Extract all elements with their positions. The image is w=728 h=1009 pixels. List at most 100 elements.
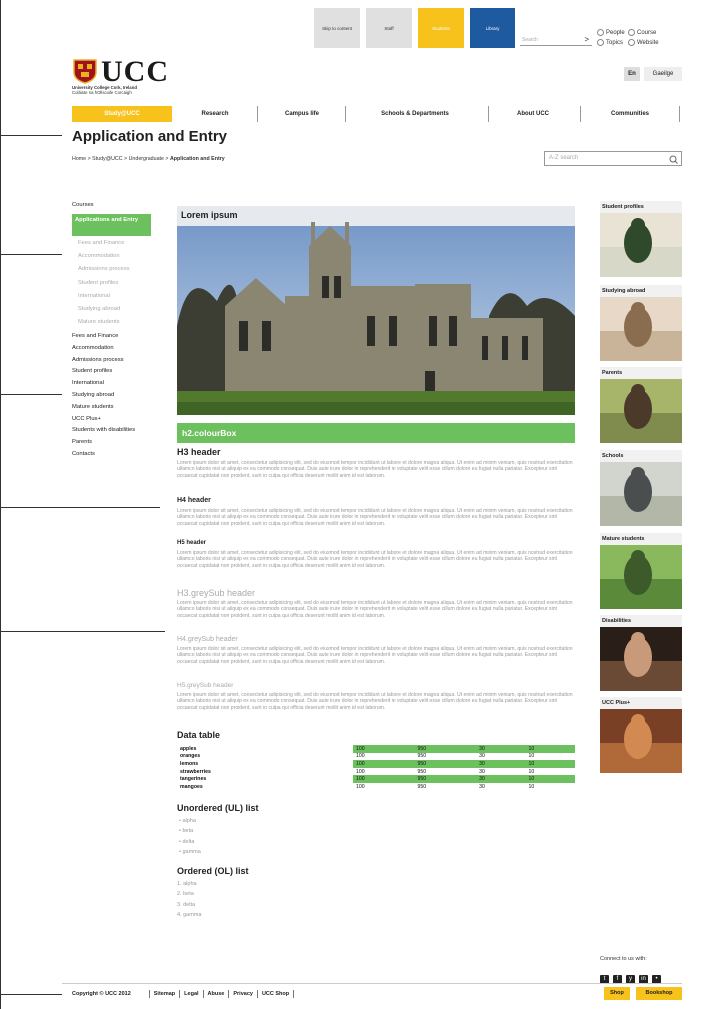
left-nav-item[interactable]: International: [72, 380, 104, 386]
left-nav-item[interactable]: Accommodation: [72, 345, 114, 351]
skip-to-content-button[interactable]: Skip to content: [314, 8, 360, 48]
search-go-icon[interactable]: >: [584, 35, 589, 44]
list-item: • gamma: [177, 849, 575, 860]
radio-website[interactable]: Website: [628, 39, 659, 46]
search-icon[interactable]: [669, 155, 678, 164]
content-body: H3 header Lorem ipsum dolor sit amet, co…: [177, 447, 575, 923]
thumb-caption[interactable]: Parents: [600, 367, 682, 379]
footer-link[interactable]: UCC Shop: [262, 991, 289, 997]
left-nav-item[interactable]: Studying abroad: [72, 392, 114, 398]
left-nav-item[interactable]: Contacts: [72, 451, 95, 457]
footer-links: Sitemap Legal Abuse Privacy UCC Shop: [154, 990, 298, 998]
list-item-text: delta: [182, 838, 195, 845]
paragraph: Lorem ipsum dolor sit amet, consectetur …: [177, 646, 573, 665]
left-nav-item[interactable]: UCC Plus+: [72, 416, 101, 422]
search-input[interactable]: Search >: [520, 34, 592, 46]
left-nav-item[interactable]: Mature students: [72, 404, 114, 410]
staff-button[interactable]: Staff: [366, 8, 412, 48]
thumb-image[interactable]: [600, 627, 682, 691]
nav-research[interactable]: Research: [180, 106, 250, 122]
left-nav-sub-item[interactable]: Admissions process: [78, 266, 130, 272]
list-item: • delta: [177, 839, 575, 850]
footer-link[interactable]: Privacy: [233, 991, 253, 997]
h3-grey-header: H3.greySub header: [177, 588, 256, 598]
footer-link[interactable]: Legal: [184, 991, 198, 997]
table-cell: 10: [528, 783, 535, 790]
library-button[interactable]: Library: [470, 8, 515, 48]
thumb-image[interactable]: [600, 379, 682, 443]
list-item-text: gamma: [183, 912, 202, 919]
left-nav-item[interactable]: Fees and Finance: [72, 333, 118, 339]
thumb-caption[interactable]: Schools: [600, 450, 682, 462]
list-item: 4. gamma: [177, 912, 575, 923]
breadcrumb-trail[interactable]: Home > Study@UCC > Undergraduate >: [72, 156, 170, 162]
thumb-caption[interactable]: Student profiles: [600, 201, 682, 213]
left-nav-sub-item[interactable]: Accommodation: [78, 253, 120, 259]
thumb-caption[interactable]: Mature students: [600, 533, 682, 545]
annotation-line: [0, 135, 62, 136]
crest-icon: [73, 59, 97, 84]
table-cell: 950: [414, 745, 477, 753]
list-item: 1. alpha: [177, 881, 575, 892]
footer-divider: [293, 990, 295, 998]
left-nav-sub-item[interactable]: International: [78, 293, 110, 299]
annotation-line: [0, 254, 62, 255]
ucc-logo[interactable]: UCC University College Cork, Ireland Col…: [72, 55, 192, 100]
az-placeholder: A-Z search: [549, 155, 579, 161]
radio-people[interactable]: People: [597, 29, 625, 36]
nav-divider: [580, 106, 581, 122]
nav-about[interactable]: About UCC: [494, 106, 572, 122]
lang-en-button[interactable]: En: [624, 67, 640, 81]
left-nav-sub-item[interactable]: Mature students: [78, 319, 120, 325]
breadcrumb-current: Application and Entry: [169, 156, 225, 162]
radio-label: Course: [637, 29, 657, 36]
h4-grey-header: H4.greySub header: [177, 636, 238, 643]
thumb-caption[interactable]: UCC Plus+: [600, 697, 682, 709]
radio-topics[interactable]: Topics: [597, 39, 623, 46]
nav-schools[interactable]: Schools & Departments: [350, 106, 480, 122]
lang-ga-button[interactable]: Gaeilge: [644, 67, 682, 81]
az-search-input[interactable]: A-Z search: [544, 151, 682, 166]
left-nav-item[interactable]: Parents: [72, 439, 92, 445]
thumb-image[interactable]: [600, 545, 682, 609]
nav-divider: [345, 106, 346, 122]
list-item-text: gamma: [182, 849, 201, 856]
list-item-text: alpha: [182, 817, 196, 824]
breadcrumb: Home > Study@UCC > Undergraduate > Appli…: [72, 156, 225, 162]
thumb-image[interactable]: [600, 709, 682, 773]
left-nav-sub-item[interactable]: Studying abroad: [78, 306, 120, 312]
footer-divider: [179, 990, 181, 998]
nav-divider: [679, 106, 680, 122]
thumb-caption[interactable]: Studying abroad: [600, 285, 682, 297]
left-nav-item[interactable]: Admissions process: [72, 357, 124, 363]
left-nav-sub-item[interactable]: Fees and Finance: [78, 240, 124, 246]
nav-communities[interactable]: Communities: [588, 106, 672, 122]
left-nav-item[interactable]: Student profiles: [72, 368, 112, 374]
thumb-caption[interactable]: Disabilities: [600, 615, 682, 627]
students-button[interactable]: Students: [418, 8, 464, 48]
left-nav-courses[interactable]: Courses: [72, 202, 94, 208]
h5-grey-header: H5.greySub header: [177, 682, 234, 689]
copyright: Copyright © UCC 2012: [72, 991, 131, 997]
table-cell: 30: [479, 783, 485, 790]
thumb-image[interactable]: [600, 297, 682, 361]
row-label: apples: [180, 745, 197, 752]
radio-course[interactable]: Course: [628, 29, 656, 36]
nav-campus-life[interactable]: Campus life: [262, 106, 342, 122]
bookshop-button[interactable]: Bookshop: [636, 987, 682, 1000]
footer-link[interactable]: Sitemap: [154, 991, 175, 997]
hero-image: [177, 206, 575, 415]
footer-link[interactable]: Abuse: [208, 991, 225, 997]
left-nav-active[interactable]: Applications and Entry: [72, 214, 151, 236]
left-nav-item[interactable]: Students with disabilities: [72, 427, 135, 433]
nav-study[interactable]: Study@UCC: [72, 106, 172, 122]
radio-label: People: [606, 29, 625, 36]
list-item-text: beta: [183, 891, 194, 898]
thumb-image[interactable]: [600, 213, 682, 277]
table-cell: 100: [353, 775, 415, 783]
table-cell: 30: [476, 760, 526, 768]
thumb-image[interactable]: [600, 462, 682, 526]
table-cell: 100: [356, 783, 365, 790]
shop-button[interactable]: Shop: [604, 987, 630, 1000]
left-nav-sub-item[interactable]: Student profiles: [78, 280, 118, 286]
